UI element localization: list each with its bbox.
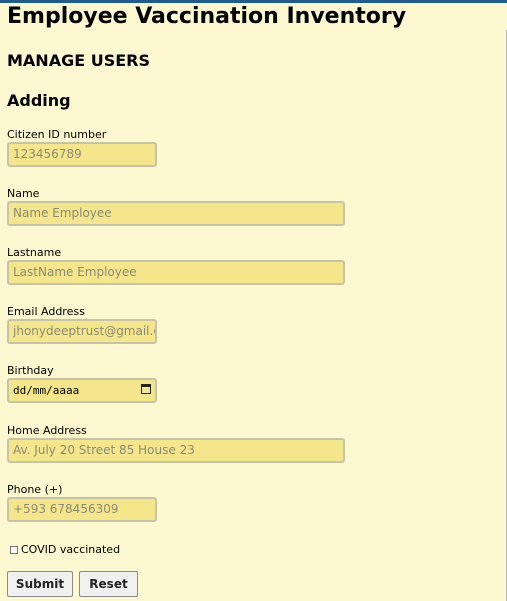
- reset-button[interactable]: Reset: [79, 571, 138, 597]
- citizen-id-label: Citizen ID number: [7, 128, 107, 141]
- phone-label: Phone (+): [7, 483, 63, 496]
- lastname-input[interactable]: LastName Employee: [7, 260, 345, 285]
- form-subtitle: Adding: [7, 91, 71, 110]
- covid-vaccinated-field: COVID vaccinated: [10, 543, 120, 556]
- page-title: Employee Vaccination Inventory: [7, 4, 407, 29]
- home-address-label: Home Address: [7, 424, 87, 437]
- birthday-date-input[interactable]: dd/mm/aaaa: [7, 378, 157, 403]
- submit-button[interactable]: Submit: [7, 571, 73, 597]
- window-top-border: [0, 0, 507, 3]
- email-input[interactable]: jhonydeeptrust@gmail.co: [7, 319, 157, 344]
- covid-vaccinated-label[interactable]: COVID vaccinated: [21, 543, 120, 556]
- email-label: Email Address: [7, 305, 85, 318]
- name-label: Name: [7, 187, 40, 200]
- birthday-label: Birthday: [7, 364, 54, 377]
- citizen-id-input[interactable]: 123456789: [7, 142, 157, 167]
- name-input[interactable]: Name Employee: [7, 201, 345, 226]
- calendar-icon[interactable]: [141, 384, 151, 394]
- lastname-label: Lastname: [7, 246, 62, 259]
- birthday-date-text: dd/mm/aaaa: [13, 384, 80, 397]
- phone-input[interactable]: +593 678456309: [7, 497, 157, 522]
- section-title: MANAGE USERS: [7, 51, 150, 70]
- covid-vaccinated-checkbox[interactable]: [10, 545, 18, 554]
- home-address-input[interactable]: Av. July 20 Street 85 House 23: [7, 438, 345, 463]
